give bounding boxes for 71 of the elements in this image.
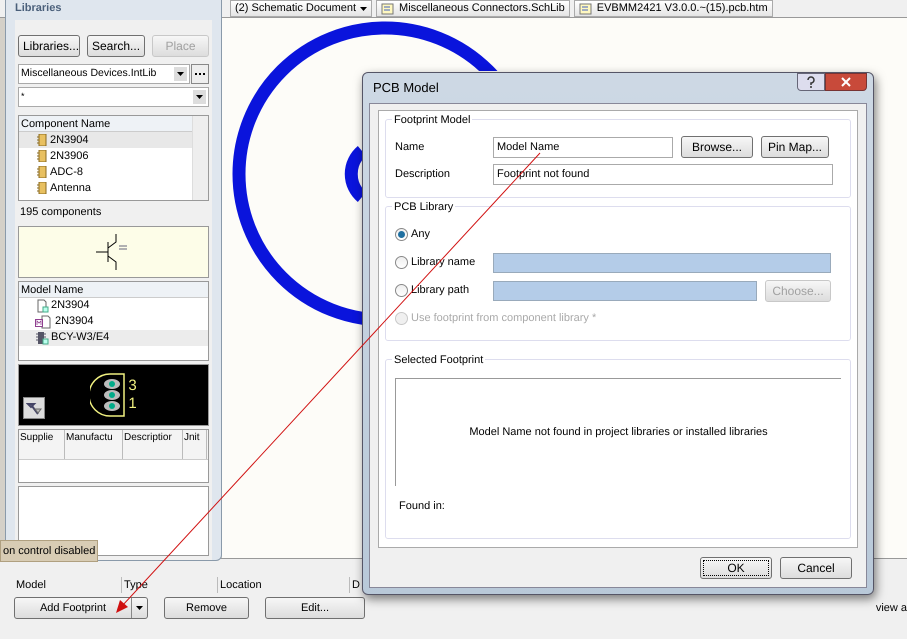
- chip-icon: [37, 182, 47, 194]
- column-header[interactable]: Supplie: [19, 430, 65, 458]
- caret-icon: [177, 72, 184, 76]
- library-button[interactable]: Search...: [87, 35, 146, 57]
- caret-icon: [360, 6, 368, 10]
- radio-button[interactable]: [395, 256, 408, 269]
- column-header[interactable]: Manufactu: [65, 430, 123, 458]
- dialog-title: PCB Model: [373, 79, 439, 98]
- tools-icon[interactable]: [23, 396, 45, 418]
- pin-number: 3: [128, 376, 137, 394]
- not-found-message: Model Name not found in project libraries or installed libraries: [469, 425, 768, 440]
- radio-button[interactable]: [395, 284, 408, 297]
- footprint-drawing: [90, 372, 126, 418]
- library-button[interactable]: Libraries...: [18, 35, 80, 57]
- field-label: Description: [395, 167, 452, 182]
- column-header[interactable]: Model: [14, 576, 122, 594]
- group-label: Footprint Model: [392, 112, 472, 128]
- chip-icon: [37, 166, 47, 178]
- column-header[interactable]: Jnit: [183, 430, 207, 458]
- model-row[interactable]: 2N3904: [19, 314, 208, 330]
- footprint-action-button[interactable]: Remove: [164, 597, 249, 619]
- document-tab[interactable]: Miscellaneous Connectors.SchLib: [376, 0, 570, 17]
- footprint-icon: [35, 330, 49, 344]
- filter-field[interactable]: *: [18, 87, 209, 107]
- option-label: Library path: [411, 283, 470, 298]
- model-row[interactable]: 2N3904: [19, 298, 208, 314]
- footprint-action-button[interactable]: Edit...: [265, 597, 365, 619]
- radio-button[interactable]: [395, 228, 408, 241]
- column-header[interactable]: Location: [218, 576, 350, 594]
- chip-icon: [37, 150, 47, 162]
- scrollbar[interactable]: [192, 116, 208, 200]
- help-icon[interactable]: [797, 73, 825, 91]
- cancel-button[interactable]: Cancel: [780, 557, 852, 579]
- more-icon[interactable]: [191, 64, 209, 84]
- option-label: Any: [411, 227, 430, 242]
- model-row[interactable]: BCY-W3/E4: [19, 330, 208, 346]
- name-field[interactable]: Model Name: [493, 136, 673, 158]
- found-in-label: Found in:: [399, 499, 446, 514]
- group-label: Selected Footprint: [392, 352, 486, 368]
- document-icon: [381, 2, 396, 14]
- document-icon: [578, 2, 593, 14]
- group-label: PCB Library: [392, 199, 456, 216]
- column-header[interactable]: Component Name: [19, 116, 192, 132]
- caret-icon: [196, 95, 203, 99]
- column-header[interactable]: Descriptior: [123, 430, 183, 458]
- document-tab[interactable]: EVBMM2421 V3.0.0.~(15).pcb.htm: [574, 0, 773, 17]
- caret-icon: [136, 606, 143, 610]
- component-count: 195 components: [19, 205, 102, 220]
- footprint-action-button[interactable]: Add Footprint: [14, 597, 148, 619]
- browse-button[interactable]: Browse...: [681, 136, 753, 158]
- component-row[interactable]: ADC-8: [19, 164, 192, 180]
- field-label: Name: [395, 140, 426, 155]
- pin-number: 1: [128, 394, 137, 412]
- component-row[interactable]: Antenna: [19, 180, 192, 196]
- document-tab[interactable]: (2) Schematic Document: [230, 0, 372, 17]
- library-path-field[interactable]: [493, 280, 757, 300]
- library-name-field[interactable]: [493, 252, 831, 272]
- option-label: Use footprint from component library *: [411, 311, 596, 326]
- ok-button[interactable]: OK: [700, 557, 772, 579]
- tooltip: on control disabled: [0, 540, 98, 562]
- close-icon[interactable]: [825, 73, 867, 91]
- chip-icon: [37, 134, 47, 146]
- document-icon: [35, 298, 49, 312]
- panel-text: view a: [876, 600, 907, 616]
- pin-map-button[interactable]: Pin Map...: [761, 136, 829, 158]
- column-header[interactable]: Model Name: [19, 282, 208, 298]
- component-row[interactable]: 2N3906: [19, 148, 192, 164]
- library-dropdown[interactable]: Miscellaneous Devices.IntLib: [18, 64, 190, 84]
- model-document-icon: [35, 314, 53, 328]
- panel-title: Libraries: [15, 1, 62, 16]
- component-row[interactable]: 2N3904: [19, 132, 192, 148]
